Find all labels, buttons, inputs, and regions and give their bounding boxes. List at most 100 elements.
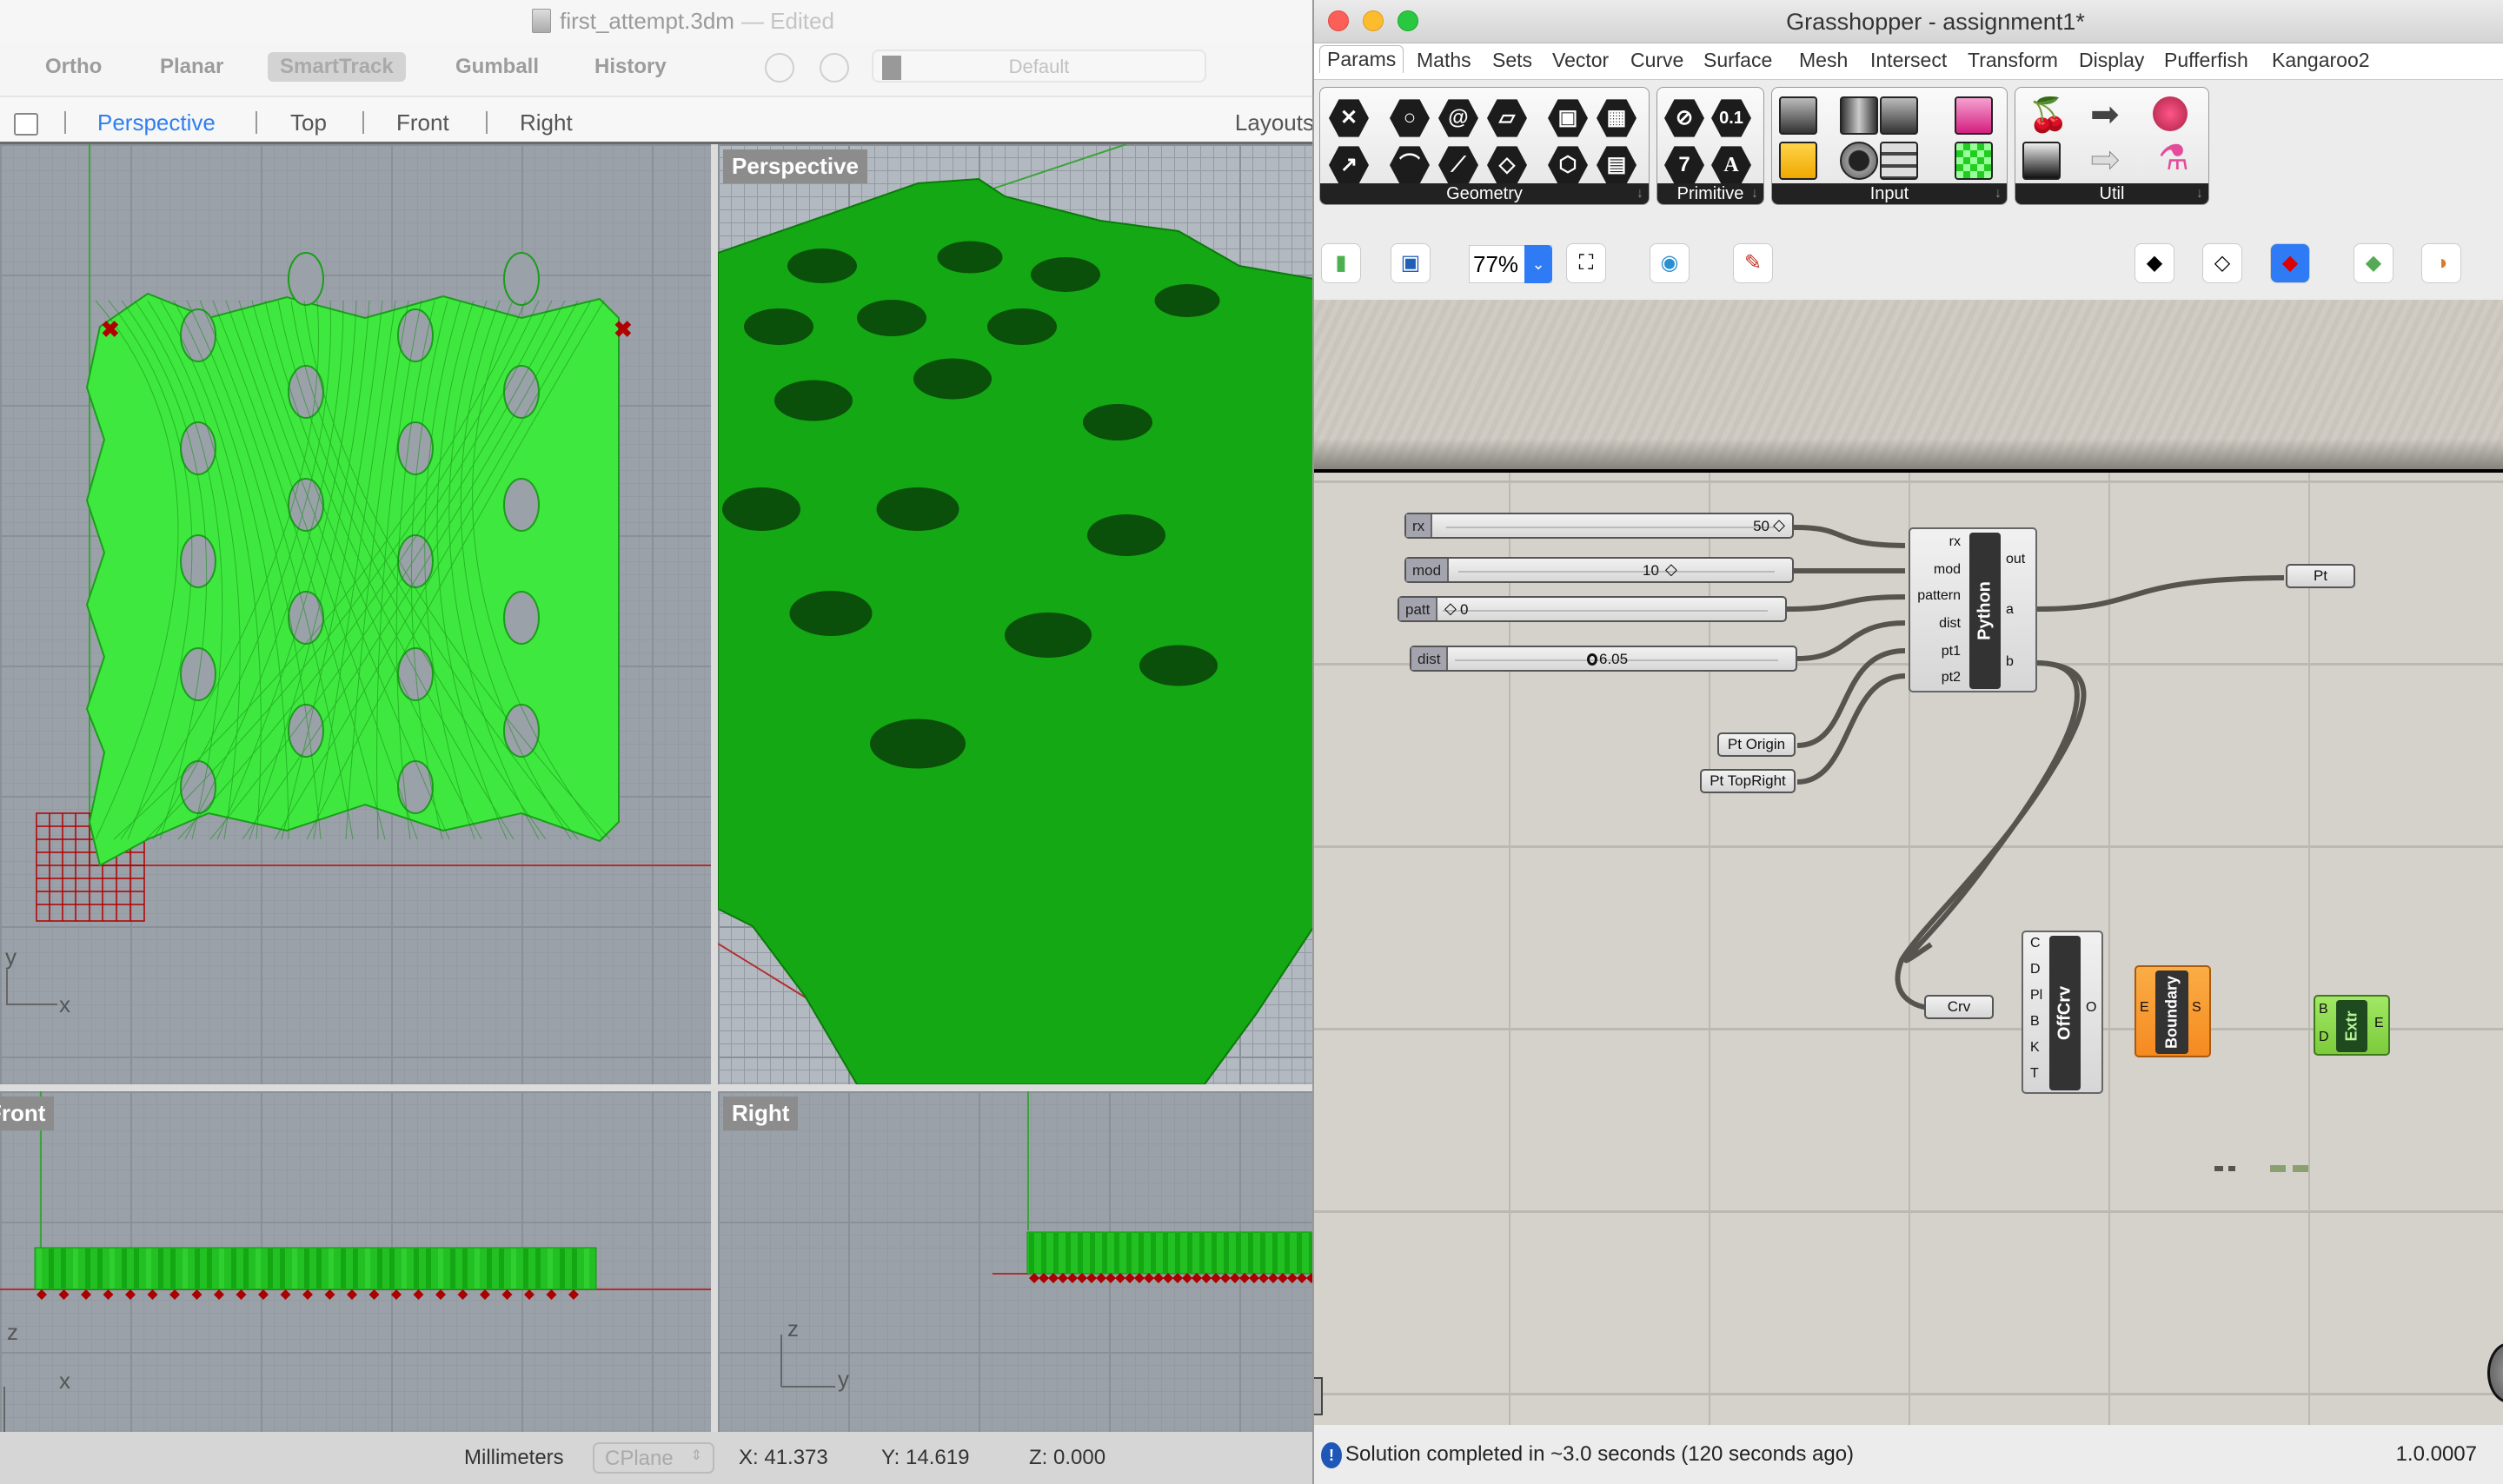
- integer-icon[interactable]: 7: [1664, 146, 1704, 184]
- slider-handle[interactable]: [1587, 653, 1597, 666]
- slider-track[interactable]: [1458, 571, 1775, 573]
- panel-primitive-label[interactable]: Primitive ↓: [1657, 183, 1763, 204]
- graph-mapper-icon[interactable]: [1779, 142, 1817, 180]
- tab-vector[interactable]: Vector: [1552, 49, 1609, 72]
- tab-display[interactable]: Display: [2079, 49, 2144, 72]
- mesh-icon[interactable]: ▦: [1597, 99, 1637, 137]
- python-input-pattern[interactable]: pattern: [1917, 588, 1961, 604]
- osnap-icon[interactable]: [820, 53, 849, 83]
- preview-shaded-button[interactable]: ◆: [2270, 243, 2310, 283]
- viewport-splitter-horizontal[interactable]: [0, 1084, 1314, 1091]
- gumball-toggle[interactable]: Gumball: [443, 52, 551, 82]
- boolean-icon[interactable]: ⊘: [1664, 99, 1704, 137]
- offcrv-input-b[interactable]: B: [2030, 1014, 2040, 1030]
- open-file-button[interactable]: ▮: [1321, 243, 1361, 283]
- button-icon[interactable]: [1840, 142, 1878, 180]
- slider-mod[interactable]: mod 10 ◇: [1404, 557, 1794, 583]
- preview-off-button[interactable]: ◆: [2135, 243, 2174, 283]
- viewport-right[interactable]: Right z y: [718, 1091, 1314, 1432]
- offcrv-input-t[interactable]: T: [2030, 1066, 2039, 1082]
- panel-geometry-label[interactable]: Geometry ↓: [1320, 183, 1649, 204]
- offcrv-output-o[interactable]: O: [2086, 1000, 2096, 1016]
- sketch-pen-button[interactable]: ✎: [1733, 243, 1773, 283]
- python-output-out[interactable]: out: [2006, 552, 2025, 567]
- save-file-button[interactable]: ▣: [1391, 243, 1431, 283]
- viewport-sidebar-toggle[interactable]: [14, 113, 38, 136]
- geometry-cancel-icon[interactable]: ✕: [1329, 99, 1369, 137]
- arrow-dark-icon[interactable]: ➡: [2090, 95, 2120, 135]
- python-input-pt2[interactable]: pt2: [1942, 670, 1961, 686]
- panel-util-label[interactable]: Util ↓: [2015, 183, 2208, 204]
- tab-right[interactable]: Right: [520, 109, 573, 136]
- zoom-extents-button[interactable]: ⛶: [1566, 243, 1606, 283]
- tab-surface[interactable]: Surface: [1703, 49, 1772, 72]
- viewport-splitter-vertical[interactable]: [711, 144, 718, 1432]
- vector-arrow-icon[interactable]: ↗: [1329, 146, 1369, 184]
- record-history-icon[interactable]: [765, 53, 794, 83]
- slider-dist[interactable]: dist 6.05: [1410, 646, 1797, 672]
- panel-input-label[interactable]: Input ↓: [1772, 183, 2007, 204]
- panel-icon[interactable]: [1880, 96, 1918, 135]
- fitness-icon[interactable]: [2153, 96, 2188, 131]
- tab-kangaroo2[interactable]: Kangaroo2: [2272, 49, 2370, 72]
- tab-maths[interactable]: Maths: [1417, 49, 1471, 72]
- smarttrack-toggle[interactable]: SmartTrack: [268, 52, 406, 82]
- boundary-surfaces-component[interactable]: Boundary E S: [2135, 965, 2211, 1057]
- tab-pufferfish[interactable]: Pufferfish: [2164, 49, 2248, 72]
- tab-perspective[interactable]: Perspective: [97, 109, 216, 136]
- python-input-mod[interactable]: mod: [1934, 562, 1961, 578]
- curve-spiral-icon[interactable]: @: [1438, 99, 1478, 137]
- python-output-a[interactable]: a: [2006, 602, 2014, 618]
- preview-selected-button[interactable]: ◆: [2354, 243, 2393, 283]
- extrude-component[interactable]: Extr B D E: [2314, 995, 2390, 1056]
- preview-eye-button[interactable]: ◉: [1650, 243, 1690, 283]
- python-component[interactable]: Python rx mod pattern dist pt1 pt2 out a…: [1909, 527, 2037, 692]
- param-pt[interactable]: Pt: [2286, 564, 2355, 588]
- number-icon[interactable]: 0.1: [1711, 99, 1751, 137]
- slider-handle[interactable]: ◇: [1444, 600, 1457, 618]
- python-input-pt1[interactable]: pt1: [1942, 644, 1961, 659]
- extrude-input-d[interactable]: D: [2319, 1030, 2329, 1045]
- preview-mesh-quality-button[interactable]: ◑: [2421, 243, 2461, 283]
- offset-curve-component[interactable]: OffCrv C D Pl B K T O: [2022, 931, 2103, 1094]
- slider-handle[interactable]: ◇: [1773, 516, 1785, 534]
- extrude-input-b[interactable]: B: [2319, 1002, 2328, 1017]
- surface-patch-icon[interactable]: ▤: [1597, 146, 1637, 184]
- ortho-toggle[interactable]: Ortho: [33, 52, 114, 82]
- arc-icon[interactable]: ⌒: [1390, 146, 1430, 184]
- flask-icon[interactable]: ⚗: [2158, 138, 2189, 178]
- tab-front[interactable]: Front: [396, 109, 449, 136]
- offcrv-input-pl[interactable]: Pl: [2030, 988, 2042, 1004]
- planar-toggle[interactable]: Planar: [148, 52, 236, 82]
- param-pt-origin[interactable]: Pt Origin: [1717, 732, 1796, 757]
- gradient-icon[interactable]: [1955, 96, 1993, 135]
- cherry-picker-icon[interactable]: 🍒: [2028, 96, 2068, 135]
- data-input-icon[interactable]: [1779, 96, 1817, 135]
- python-input-rx[interactable]: rx: [1949, 534, 1961, 550]
- python-input-dist[interactable]: dist: [1939, 616, 1961, 632]
- tab-mesh[interactable]: Mesh: [1799, 49, 1848, 72]
- slider-track[interactable]: [1446, 527, 1775, 528]
- layer-selector[interactable]: Default: [872, 50, 1206, 83]
- layouts-button[interactable]: Layouts: [1235, 109, 1314, 136]
- gh-canvas[interactable]: rx 50 ◇ mod 10 ◇ patt ◇ 0 dist 6.05 Pyth…: [1314, 300, 2503, 1425]
- text-icon[interactable]: A: [1711, 146, 1751, 184]
- tab-params[interactable]: Params: [1319, 45, 1404, 73]
- units-label[interactable]: Millimeters: [464, 1446, 564, 1470]
- tab-top[interactable]: Top: [290, 109, 327, 136]
- tab-intersect[interactable]: Intersect: [1870, 49, 1947, 72]
- info-icon[interactable]: !: [1321, 1442, 1342, 1468]
- brep-icon[interactable]: ◇: [1487, 146, 1527, 184]
- value-list-icon[interactable]: [1880, 142, 1918, 180]
- extrude-output-e[interactable]: E: [2374, 1016, 2384, 1031]
- offcrv-input-k[interactable]: K: [2030, 1040, 2040, 1056]
- slider-track[interactable]: [1443, 610, 1768, 612]
- python-output-b[interactable]: b: [2006, 654, 2014, 670]
- colour-swatch-icon[interactable]: [1955, 142, 1993, 180]
- viewport-front[interactable]: Front z x: [0, 1091, 711, 1432]
- preview-wireframe-button[interactable]: ◇: [2202, 243, 2242, 283]
- surface-icon[interactable]: ▱: [1487, 99, 1527, 137]
- param-pt-topright[interactable]: Pt TopRight: [1700, 769, 1796, 793]
- extrusion-icon[interactable]: ⬡: [1548, 146, 1588, 184]
- offcrv-input-d[interactable]: D: [2030, 962, 2041, 977]
